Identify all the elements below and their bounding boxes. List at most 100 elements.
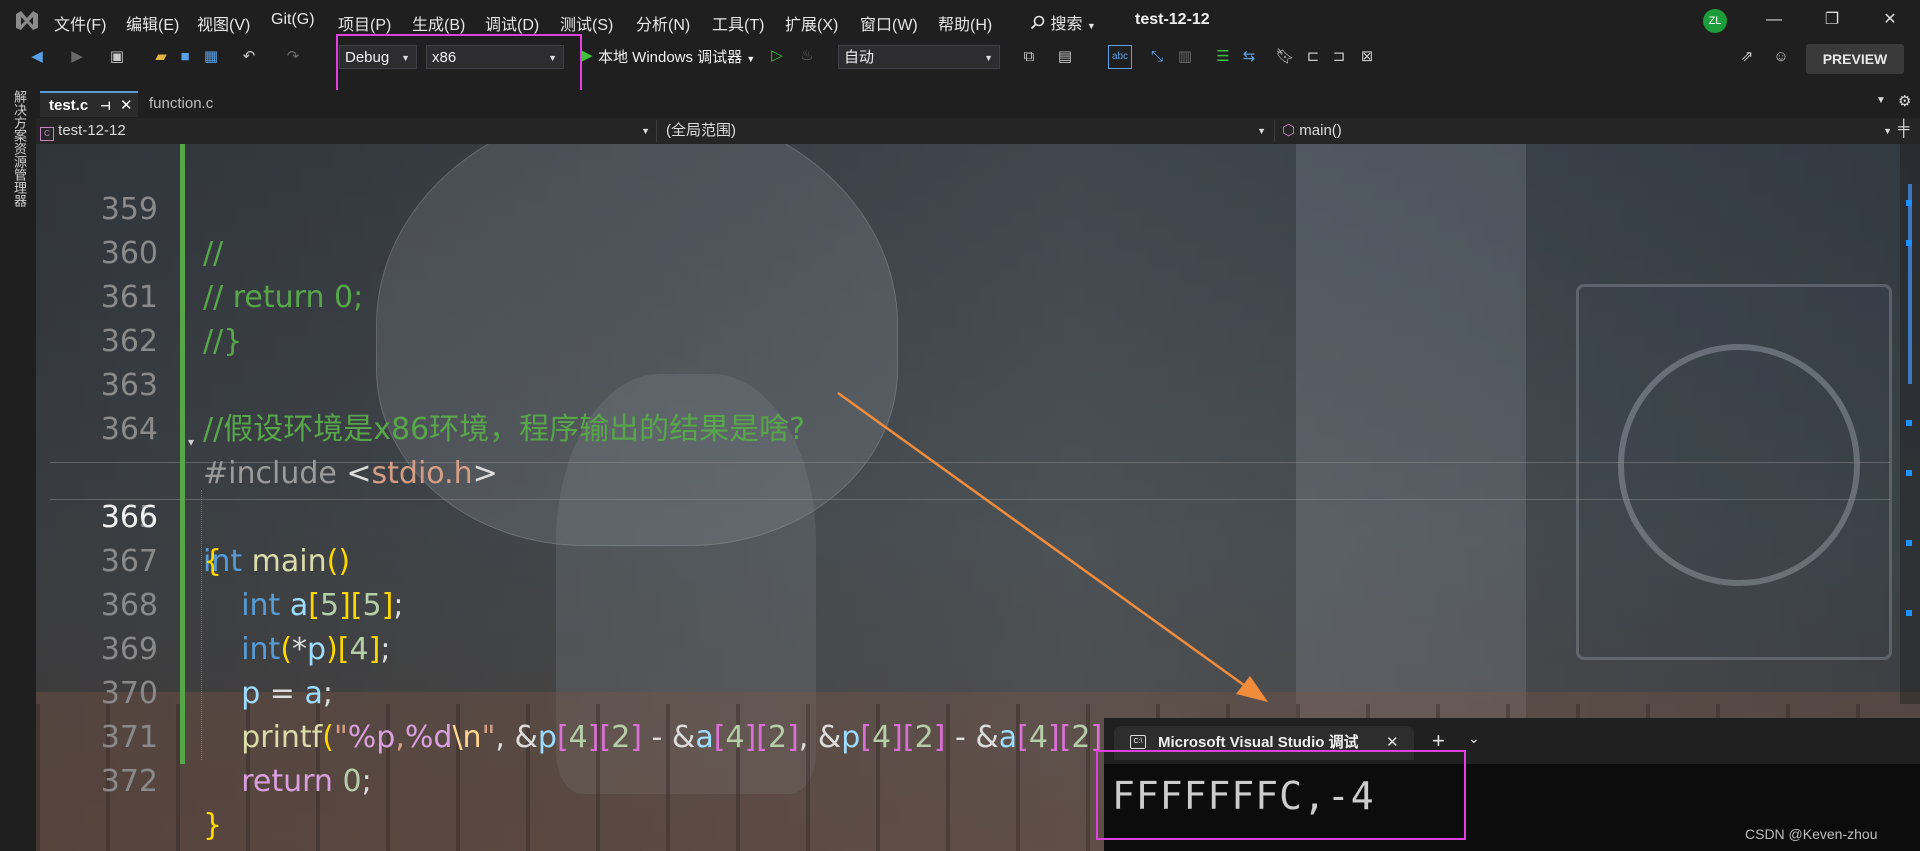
redo-icon[interactable]: ↷ [282,46,304,68]
chevron-down-icon: ▼ [746,54,756,64]
code-line[interactable]: 369 p = a; [36,584,1916,711]
code-line[interactable]: 361 //} [36,232,1916,359]
feedback-icon[interactable]: ☺ [1770,46,1792,68]
structure-icon[interactable]: ▥ [1174,46,1196,68]
menu-window[interactable]: 窗口(W) [860,11,918,35]
auto-select[interactable]: 自动 ▼ [838,45,1000,69]
code-line[interactable]: 371 return 0; [36,672,1916,799]
comment-icon[interactable]: ⇆ [1238,46,1260,68]
gear-icon[interactable]: ⚙ [1898,92,1911,110]
code-line[interactable]: 370 printf("%p,%d\n", &p[4][2] - &a[4][2… [36,628,1916,755]
new-project-icon[interactable]: ▣ [106,46,128,68]
method-cube-icon: ⬡ [1282,122,1296,139]
start-without-debugging-icon[interactable]: ▷ [766,45,788,67]
code-line[interactable]: 363 //假设环境是x86环境，程序输出的结果是啥? [36,320,1916,447]
search-icon [1030,15,1045,30]
c-file-icon: C [40,127,54,141]
restore-button[interactable]: ❐ [1812,6,1852,34]
search-label: 搜索 [1050,16,1083,33]
search-button[interactable]: 搜索 ▼ [1030,10,1096,34]
member-name: main() [1299,122,1342,139]
scope-name: (全局范围) [666,122,736,139]
menu-file[interactable]: 文件(F) [54,11,106,35]
solution-title: test-12-12 [1135,11,1210,28]
auto-value: 自动 [844,49,875,66]
menu-test[interactable]: 测试(S) [560,11,613,35]
bookmark-icon[interactable]: 🔖︎ [1274,46,1296,68]
tab-test-c[interactable]: test.c ⊣ ✕ [40,91,138,117]
indent-icon[interactable]: ☰ [1212,46,1234,68]
close-icon: ✕ [1883,11,1897,28]
navigate-forward-icon[interactable]: ▶ [66,46,88,68]
undo-icon[interactable]: ↶ [238,46,260,68]
close-icon[interactable]: ✕ [120,93,133,119]
overview-marker [1906,200,1912,206]
code-line[interactable]: ▾ 365 int main() [36,408,1916,579]
account-avatar[interactable]: ZL [1703,9,1727,33]
restore-icon: ❐ [1824,11,1840,28]
code-line[interactable]: 362 [36,276,1916,359]
bookmark-next-icon[interactable]: ⊐ [1328,46,1350,68]
navigate-back-icon[interactable]: ◀ [26,46,48,68]
start-debugging-icon[interactable]: ▶ [576,45,598,67]
menu-analyze[interactable]: 分析(N) [636,11,690,35]
debugger-label: 本地 Windows 调试器 [598,49,743,66]
select-cursor-icon[interactable]: ⤡ [1146,46,1168,68]
code-line[interactable]: 364 #include <stdio.h> [36,364,1916,491]
overview-marker [1906,610,1912,616]
bookmark-prev-icon[interactable]: ⊏ [1302,46,1324,68]
chevron-down-icon: ▼ [641,126,650,136]
terminal-icon: C:\ [1130,735,1146,749]
overview-marker [1906,540,1912,546]
menu-git[interactable]: Git(G) [271,11,315,29]
project-dropdown[interactable]: C test-12-12 ▼ [40,120,650,142]
spell-check-icon[interactable]: abc [1108,45,1132,69]
start-debugger-button[interactable]: 本地 Windows 调试器 ▼ [598,46,755,67]
chevron-down-icon[interactable]: ▼ [1876,95,1886,106]
bookmark-clear-icon[interactable]: ⊠ [1356,46,1378,68]
hot-reload-icon[interactable]: ♨ [796,45,818,67]
chevron-down-icon[interactable]: ⌄ [1468,730,1480,747]
browse-folder-icon[interactable]: ⧉ [1018,46,1040,68]
menu-build[interactable]: 生成(B) [412,11,465,35]
close-window-button[interactable]: ✕ [1870,6,1910,34]
config-highlight-box [336,34,582,95]
solution-explorer-tab[interactable]: 解决方案资源管理器 [11,90,27,207]
split-editor-icon[interactable]: ╪ [1898,120,1909,138]
code-line[interactable]: 359 // [36,144,1916,271]
overview-marker [1906,240,1912,246]
menu-view[interactable]: 视图(V) [197,11,250,35]
code-text: return 0; [241,764,372,799]
code-line[interactable]: 366 { [36,452,1916,579]
code-text: } [203,808,223,843]
menu-project[interactable]: 项目(P) [338,11,391,35]
code-line[interactable]: 368 int(*p)[4]; [36,540,1916,667]
output-highlight-box [1096,750,1466,840]
scope-dropdown[interactable]: (全局范围) ▼ [666,120,1266,142]
member-dropdown[interactable]: ⬡ main() ▼ [1282,120,1892,142]
watermark: CSDN @Keven-zhou [1745,826,1878,842]
menu-extensions[interactable]: 扩展(X) [785,11,838,35]
open-folder-icon[interactable]: ▰ [150,46,172,68]
menu-edit[interactable]: 编辑(E) [126,11,179,35]
standard-toolbar: ◀ ▶ ▣ ▰ ■ ▦ ↶ ↷ Debug ▼ x86 ▼ ▶ 本地 Windo… [0,34,1920,95]
code-line[interactable]: 360 // return 0; [36,188,1916,315]
save-icon[interactable]: ■ [174,46,196,68]
scrollbar-thumb[interactable] [1908,184,1912,384]
save-all-icon[interactable]: ▦ [200,46,222,68]
menu-tools[interactable]: 工具(T) [712,11,764,35]
menu-help[interactable]: 帮助(H) [938,11,992,35]
left-tool-strip: 解决方案资源管理器 [0,90,36,851]
nav-separator [1274,120,1275,142]
code-line[interactable]: 367 int a[5][5]; [36,496,1916,623]
pin-icon[interactable]: ⊣ [100,93,111,119]
project-name: test-12-12 [58,122,126,139]
layout-icon[interactable]: ▤ [1054,46,1076,68]
live-share-icon[interactable]: ⇗ [1736,46,1758,68]
line-number: 372 [100,764,158,799]
preview-button[interactable]: PREVIEW [1806,44,1904,74]
menu-debug[interactable]: 调试(D) [485,11,539,35]
minimize-button[interactable]: — [1754,6,1794,34]
visual-studio-logo-icon [16,11,38,30]
tab-function-c[interactable]: function.c [140,91,256,117]
